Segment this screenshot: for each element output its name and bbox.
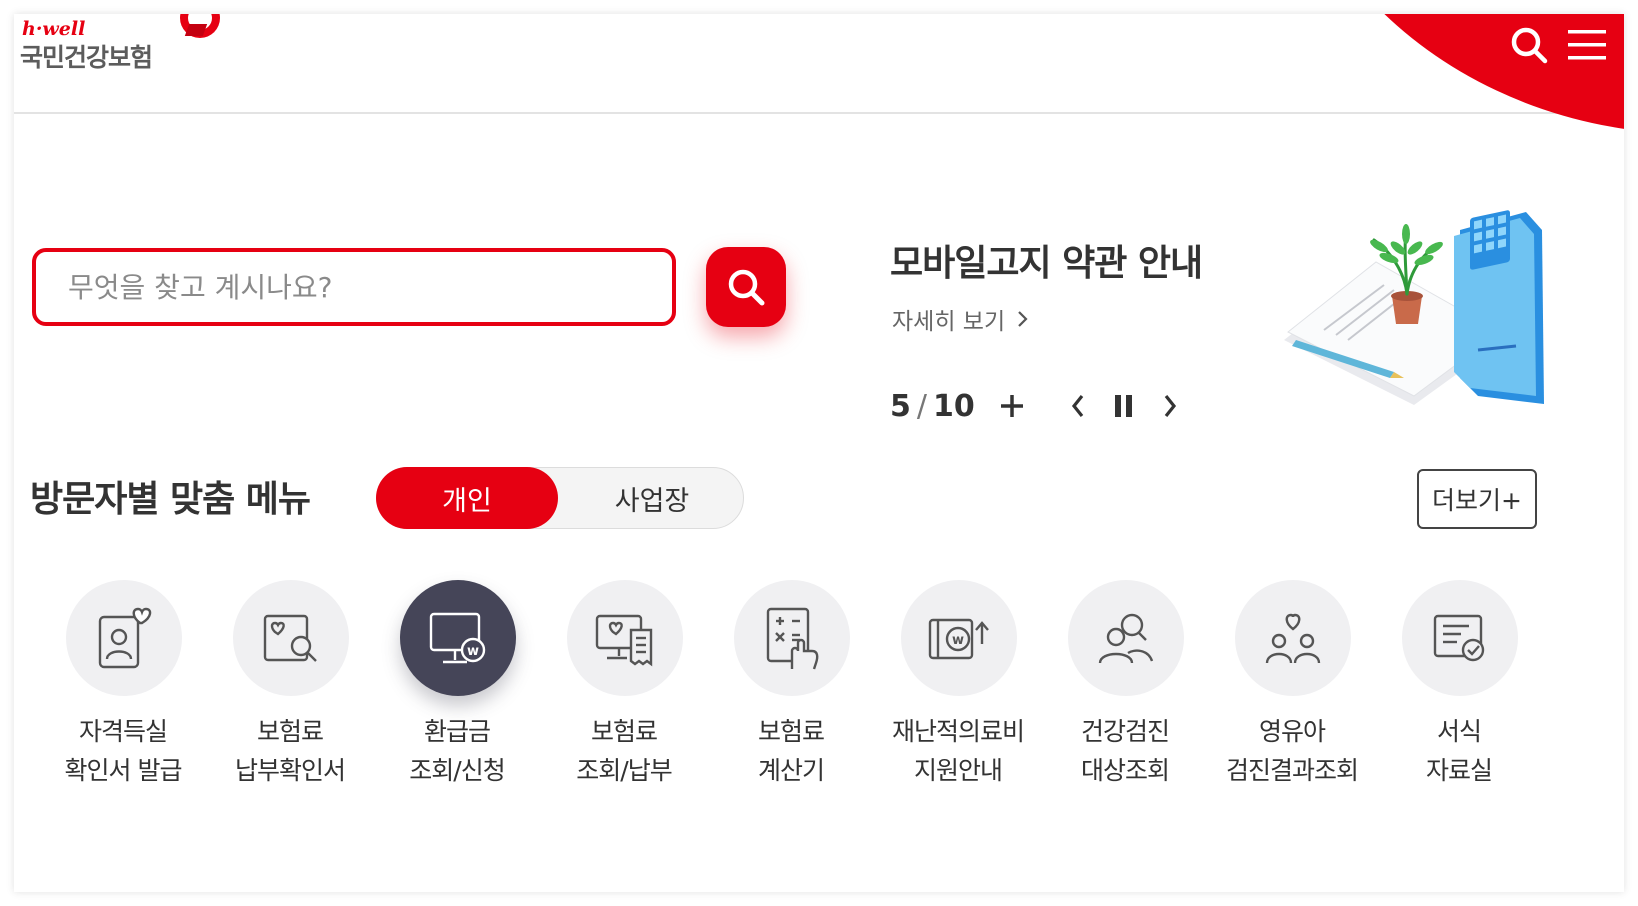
banner-link-label: 자세히 보기 bbox=[892, 309, 1006, 335]
menu-item-premium-calculator[interactable]: 보험료 계산기 bbox=[706, 580, 876, 800]
menu-item-label: 환급금 조회/신청 bbox=[409, 717, 505, 785]
pager-prev-button[interactable] bbox=[1060, 386, 1096, 426]
menu-icon-circle bbox=[567, 580, 683, 696]
search-submit-button[interactable] bbox=[706, 247, 786, 327]
pager-separator: / bbox=[916, 388, 927, 424]
menu-item-refund-inquiry[interactable]: w 환급금 조회/신청 bbox=[372, 580, 542, 800]
menu-item-label: 보험료 조회/납부 bbox=[576, 717, 672, 785]
menu-icon-circle bbox=[66, 580, 182, 696]
id-card-heart-icon bbox=[98, 607, 152, 669]
calculator-hand-icon bbox=[766, 607, 819, 670]
plus-icon bbox=[1001, 395, 1023, 417]
menu-item-qualification-certificate[interactable]: 자격득실 확인서 발급 bbox=[38, 580, 208, 800]
document-search-icon bbox=[263, 614, 317, 662]
menu-icon-circle bbox=[1235, 580, 1351, 696]
menu-icon-circle bbox=[1402, 580, 1518, 696]
page-frame: h·well 국민건강보험 모바일고지 약관 안내 bbox=[14, 14, 1624, 892]
site-header: h·well 국민건강보험 bbox=[14, 14, 1624, 134]
hamburger-icon bbox=[1568, 30, 1606, 60]
visitor-menu-title: 방문자별 맞춤 메뉴 bbox=[30, 479, 311, 520]
visitor-menu-grid: 자격득실 확인서 발급 보험료 납부확인서 w 환급금 조회/신청 보험료 조회… bbox=[38, 580, 1618, 800]
tab-business[interactable]: 사업장 bbox=[561, 467, 743, 529]
pager-next-button[interactable] bbox=[1152, 386, 1188, 426]
svg-text:w: w bbox=[467, 644, 479, 659]
menu-item-label: 재난적의료비 지원안내 bbox=[891, 717, 1025, 785]
menu-item-label: 보험료 납부확인서 bbox=[234, 717, 346, 785]
chevron-right-icon bbox=[1164, 395, 1177, 417]
menu-icon-circle bbox=[233, 580, 349, 696]
menu-icon-circle: w bbox=[400, 580, 516, 696]
site-logo[interactable]: h·well 국민건강보험 bbox=[20, 14, 230, 76]
header-menu-button[interactable] bbox=[1564, 22, 1610, 68]
menu-icon-circle: w bbox=[901, 580, 1017, 696]
logo-tagline: h·well bbox=[22, 18, 86, 40]
menu-icon-circle bbox=[1068, 580, 1184, 696]
menu-item-label: 보험료 계산기 bbox=[757, 717, 825, 785]
search-icon bbox=[728, 269, 765, 306]
visitor-type-toggle: 개인 사업장 bbox=[376, 467, 744, 529]
form-document-icon bbox=[1433, 614, 1485, 662]
menu-item-label: 건강검진 대상조회 bbox=[1080, 717, 1170, 785]
menu-item-forms-library[interactable]: 서식 자료실 bbox=[1374, 580, 1544, 800]
menu-item-catastrophic-medical-support[interactable]: w 재난적의료비 지원안내 bbox=[873, 580, 1043, 800]
menu-icon-circle bbox=[734, 580, 850, 696]
chevron-left-icon bbox=[1071, 395, 1084, 417]
logo-text: 국민건강보험 bbox=[20, 43, 153, 72]
pager-pause-button[interactable] bbox=[1106, 386, 1142, 426]
search-field bbox=[32, 248, 676, 326]
banner-detail-link[interactable]: 자세히 보기 bbox=[892, 302, 1029, 336]
monitor-receipt-icon bbox=[595, 614, 653, 667]
search-icon bbox=[1511, 27, 1548, 64]
banner-pager: 5/10 bbox=[890, 386, 1177, 426]
menu-item-label: 영유아 검진결과조회 bbox=[1225, 717, 1359, 785]
phone-plant-document-illustration bbox=[1284, 210, 1544, 405]
menu-item-payment-confirmation[interactable]: 보험료 납부확인서 bbox=[205, 580, 375, 800]
header-search-button[interactable] bbox=[1506, 22, 1552, 68]
more-button[interactable]: 더보기+ bbox=[1417, 469, 1537, 529]
monitor-won-icon: w bbox=[429, 612, 486, 664]
menu-item-health-checkup-target[interactable]: 건강검진 대상조회 bbox=[1040, 580, 1210, 800]
menu-item-infant-checkup-results[interactable]: 영유아 검진결과조회 bbox=[1207, 580, 1377, 800]
chevron-right-icon bbox=[1018, 311, 1028, 327]
svg-text:w: w bbox=[952, 633, 964, 648]
search-input[interactable] bbox=[36, 252, 672, 322]
menu-item-label: 자격득실 확인서 발급 bbox=[64, 717, 183, 785]
pager-current: 5 bbox=[890, 388, 911, 424]
menu-item-label: 서식 자료실 bbox=[1425, 717, 1493, 785]
pause-icon bbox=[1115, 395, 1132, 417]
banner-title[interactable]: 모바일고지 약관 안내 bbox=[890, 234, 1203, 286]
pager-count: 5/10 bbox=[890, 389, 975, 424]
family-heart-icon bbox=[1265, 613, 1321, 664]
pager-expand-button[interactable] bbox=[994, 386, 1030, 426]
pager-total: 10 bbox=[932, 388, 975, 424]
menu-item-premium-inquiry-payment[interactable]: 보험료 조회/납부 bbox=[539, 580, 709, 800]
tab-personal[interactable]: 개인 bbox=[376, 467, 558, 529]
people-search-icon bbox=[1098, 613, 1154, 664]
won-wallet-icon: w bbox=[928, 618, 989, 660]
